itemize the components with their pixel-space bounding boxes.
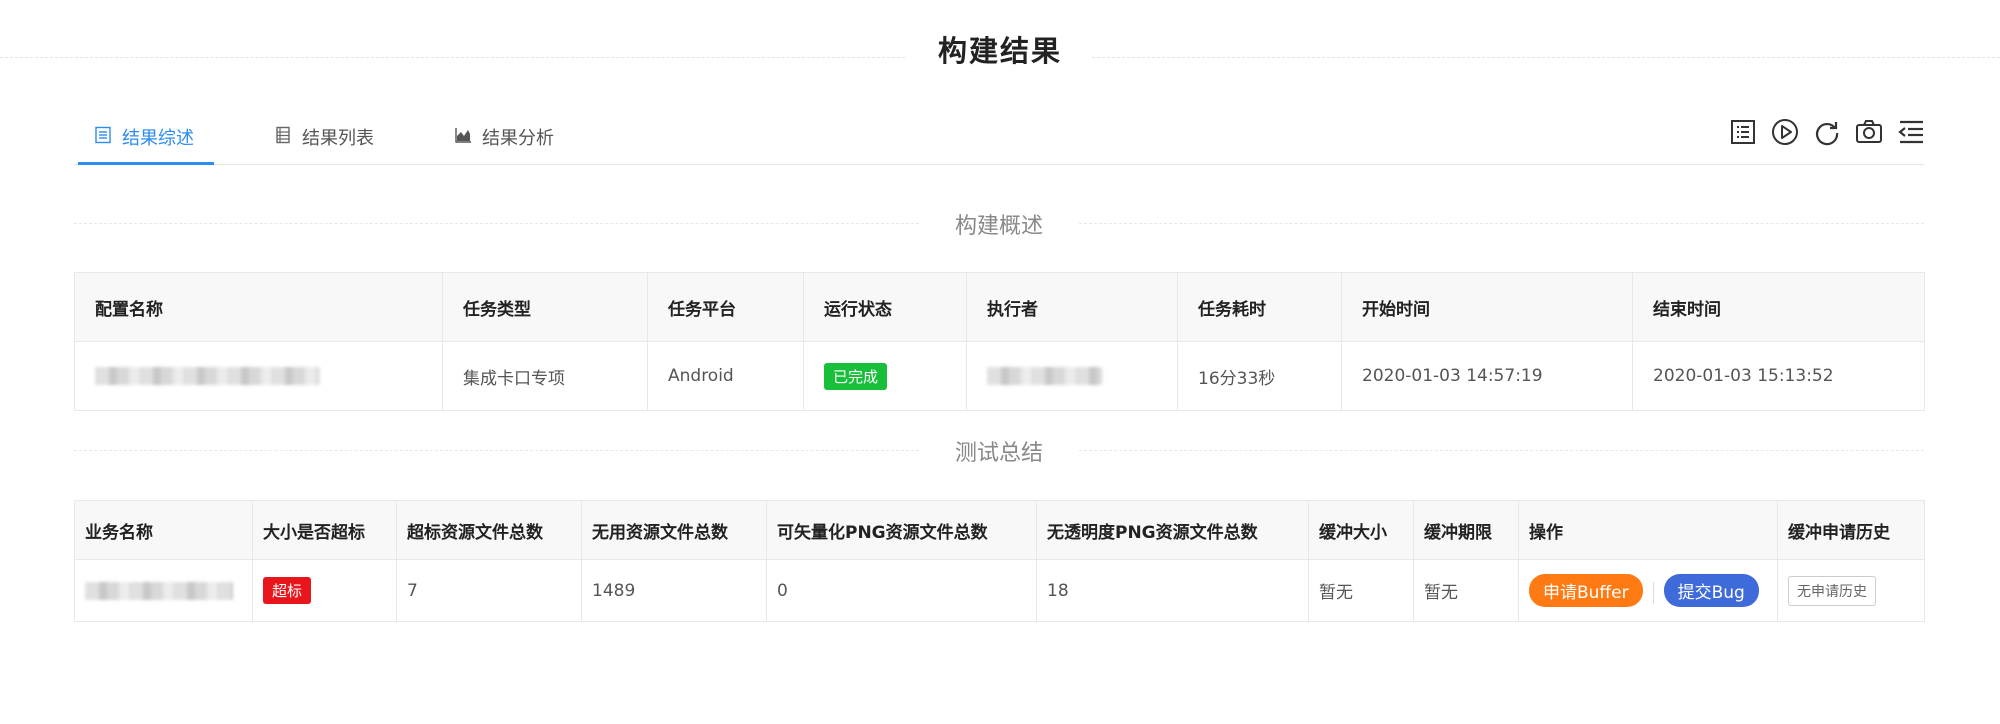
col-start-time: 开始时间 (1341, 272, 1633, 342)
over-limit-files-cell: 7 (396, 559, 582, 622)
blurred-executor (987, 367, 1102, 385)
col-buffer-history: 缓冲申请历史 (1777, 500, 1925, 560)
col-vectorizable-png: 可矢量化PNG资源文件总数 (766, 500, 1037, 560)
document-list-icon (95, 126, 111, 144)
status-cell: 已完成 (803, 341, 967, 411)
collapse-menu-button[interactable] (1897, 118, 1925, 146)
col-executor: 执行者 (966, 272, 1178, 342)
table-header-row: 配置名称 任务类型 任务平台 运行状态 执行者 任务耗时 开始时间 结束时间 (74, 272, 1925, 342)
build-overview-table: 配置名称 任务类型 任务平台 运行状态 执行者 任务耗时 开始时间 结束时间 集… (74, 272, 1925, 411)
camera-icon (1856, 120, 1882, 143)
section-heading: 测试总结 (954, 441, 1043, 466)
buffer-deadline-cell: 暂无 (1413, 559, 1519, 622)
result-tabs: 结果综述 结果列表 结果分析 (74, 110, 1924, 165)
page-title: 构建结果 (937, 34, 1062, 68)
refresh-button[interactable] (1813, 118, 1841, 146)
unused-files-cell: 1489 (581, 559, 767, 622)
tab-label: 结果列表 (302, 128, 374, 149)
table-row: 集成卡口专项 Android 已完成 16分33秒 2020-01-03 14:… (74, 341, 1925, 411)
col-duration: 任务耗时 (1177, 272, 1342, 342)
area-chart-icon (455, 128, 471, 143)
collapse-menu-icon (1898, 120, 1923, 144)
col-end-time: 结束时间 (1632, 272, 1925, 342)
buffer-size-cell: 暂无 (1308, 559, 1414, 622)
col-unused-files: 无用资源文件总数 (581, 500, 767, 560)
report-icon (1731, 120, 1755, 144)
business-name-cell (74, 559, 253, 622)
tab-label: 结果综述 (122, 128, 194, 149)
col-over-limit-files: 超标资源文件总数 (396, 500, 582, 560)
col-buffer-size: 缓冲大小 (1308, 500, 1414, 560)
list-icon (276, 126, 290, 144)
play-icon (1772, 119, 1798, 145)
page-header: 构建结果 (0, 22, 2000, 78)
col-business-name: 业务名称 (74, 500, 253, 560)
col-actions: 操作 (1518, 500, 1778, 560)
report-button[interactable] (1729, 118, 1757, 146)
action-divider (1652, 582, 1654, 604)
col-status: 运行状态 (803, 272, 967, 342)
col-config-name: 配置名称 (74, 272, 443, 342)
col-buffer-deadline: 缓冲期限 (1413, 500, 1519, 560)
col-task-type: 任务类型 (442, 272, 648, 342)
end-time-cell: 2020-01-03 15:13:52 (1632, 341, 1925, 411)
test-summary-table: 业务名称 大小是否超标 超标资源文件总数 无用资源文件总数 可矢量化PNG资源文… (74, 500, 1925, 622)
tab-label: 结果分析 (482, 128, 554, 149)
blurred-config-name (95, 367, 320, 385)
summary-section-title: 测试总结 (74, 435, 1924, 466)
buffer-history-cell: 无申请历史 (1777, 559, 1925, 622)
config-name-cell (74, 341, 443, 411)
tab-result-overview[interactable]: 结果综述 (78, 124, 214, 165)
task-type-cell: 集成卡口专项 (442, 341, 648, 411)
submit-bug-button[interactable]: 提交Bug (1663, 574, 1759, 607)
tab-result-analysis[interactable]: 结果分析 (454, 124, 554, 162)
toolbar (1729, 118, 1925, 146)
no-history-button[interactable]: 无申请历史 (1788, 575, 1876, 606)
play-button[interactable] (1771, 118, 1799, 146)
section-heading: 构建概述 (954, 214, 1043, 239)
actions-cell: 申请Buffer 提交Bug (1518, 559, 1778, 622)
tab-result-list[interactable]: 结果列表 (274, 124, 374, 162)
blurred-business-name (85, 581, 233, 600)
status-badge: 已完成 (824, 362, 888, 390)
table-row: 超标 7 1489 0 18 暂无 暂无 申请Buffer 提交Bug 无申请历史 (74, 559, 1925, 622)
table-header-row: 业务名称 大小是否超标 超标资源文件总数 无用资源文件总数 可矢量化PNG资源文… (74, 500, 1925, 560)
col-over-limit: 大小是否超标 (252, 500, 397, 560)
refresh-icon (1816, 122, 1839, 146)
vectorizable-png-cell: 0 (766, 559, 1037, 622)
platform-cell: Android (647, 341, 804, 411)
no-alpha-png-cell: 18 (1036, 559, 1309, 622)
start-time-cell: 2020-01-03 14:57:19 (1341, 341, 1633, 411)
col-platform: 任务平台 (647, 272, 804, 342)
over-limit-cell: 超标 (252, 559, 397, 622)
apply-buffer-button[interactable]: 申请Buffer (1529, 574, 1643, 607)
screenshot-button[interactable] (1855, 118, 1883, 146)
duration-cell: 16分33秒 (1177, 341, 1342, 411)
overview-section-title: 构建概述 (74, 208, 1924, 239)
over-limit-badge: 超标 (263, 577, 312, 604)
executor-cell (966, 341, 1178, 411)
col-no-alpha-png: 无透明度PNG资源文件总数 (1036, 500, 1309, 560)
